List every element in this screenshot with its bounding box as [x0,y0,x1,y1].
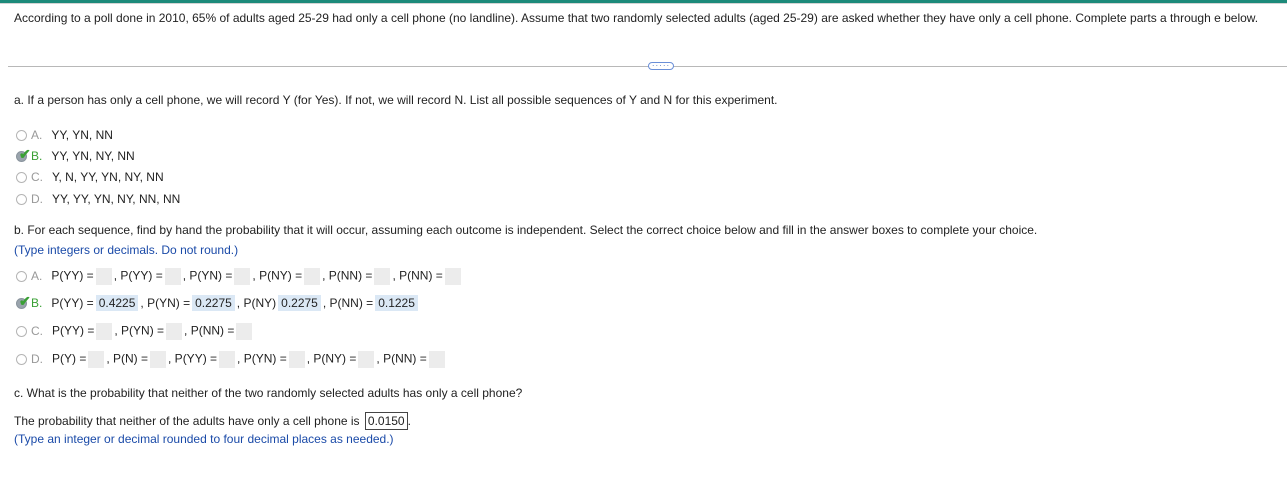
part-a-option-b[interactable]: ✔ B. YY, YN, NY, NN [16,147,135,163]
part-b-question: b. For each sequence, find by hand the p… [14,223,1038,237]
radio-button[interactable] [16,193,27,205]
option-letter: A. [31,269,43,283]
option-answer: P(YY) = , P(YY) = , P(YN) = , P(NY) = , P(NN… [51,267,462,285]
answer-label: P(YY) = [51,296,94,310]
part-b-hint: (Type integers or decimals. Do not round… [14,243,239,257]
answer-label: P(Y) = [52,351,87,366]
option-text: YY, YN, NY, NN [51,149,135,163]
part-a-option-c[interactable]: C. Y, N, YY, YN, NY, NN [16,170,164,184]
answer-input[interactable] [444,267,461,285]
answer-value[interactable]: 0.2275 [192,295,235,311]
answer-label: , P(NN) = [392,268,443,283]
answer-prefix: The probability that neither of the adul… [14,414,360,428]
answer-label: P(YY) = [52,323,95,338]
radio-button-selected[interactable]: ✔ [16,147,31,162]
answer-label: , P(YN) = [114,323,165,338]
radio-button[interactable] [16,270,27,282]
answer-input[interactable] [219,350,236,368]
answer-input[interactable] [150,350,167,368]
problem-intro: According to a poll done in 2010, 65% of… [14,11,1259,25]
part-a-option-d[interactable]: D. YY, YY, YN, NY, NN, NN [16,192,180,206]
answer-input[interactable] [358,350,375,368]
answer-input[interactable] [288,350,305,368]
answer-suffix: . [407,414,411,428]
answer-label: , P(YN) = [237,351,287,366]
checkmark-icon: ✔ [19,292,31,309]
answer-input[interactable] [166,322,183,340]
answer-input[interactable] [95,267,112,285]
answer-label: , P(YY) = [113,268,163,283]
answer-value[interactable]: 0.1225 [375,295,418,311]
answer-label: , P(NN) = [322,268,373,283]
checkmark-icon: ✔ [19,145,31,162]
answer-input[interactable]: 0.0150 [364,412,408,430]
answer-input[interactable] [164,267,181,285]
answer-label: , P(NN) = [376,351,427,366]
answer-input[interactable] [96,322,113,340]
answer-label: , P(N) = [106,351,149,366]
part-c-answer-line: The probability that neither of the adul… [14,412,411,430]
top-divider [0,3,1287,4]
option-letter: D. [31,352,43,366]
answer-input[interactable] [234,267,251,285]
option-letter: B. [31,296,43,310]
answer-input[interactable] [304,267,321,285]
part-a-option-a[interactable]: A. YY, YN, NN [16,128,113,142]
radio-button[interactable] [16,129,27,141]
option-text: YY, YY, YN, NY, NN, NN [52,192,181,206]
part-a-question: a. If a person has only a cell phone, we… [14,93,778,107]
part-b-option-b[interactable]: ✔ B. P(YY) = 0.4225, P(YN) = 0.2275, P(NY)… [16,294,420,311]
option-letter: A. [31,128,43,142]
answer-label: , P(YN) = [140,296,191,310]
option-letter: D. [31,192,43,206]
option-answer: P(YY) = 0.4225, P(YN) = 0.2275, P(NY) 0.227… [51,295,420,311]
option-text: Y, N, YY, YN, NY, NN [52,170,164,184]
answer-input[interactable] [374,267,391,285]
ellipsis-icon[interactable]: ····· [648,62,674,70]
answer-label: , P(NN) = [322,296,374,310]
answer-value[interactable]: 0.2275 [278,295,321,311]
answer-label: , P(NY) = [252,268,303,283]
option-answer: P(Y) = , P(N) = , P(YY) = , P(YN) = , P(NY) … [52,350,447,368]
answer-label: , P(YN) = [182,268,233,283]
option-letter: C. [31,324,43,338]
option-answer: P(YY) = , P(YN) = , P(NN) = [52,322,254,340]
part-b-option-a[interactable]: A. P(YY) = , P(YY) = , P(YN) = , P(NY) = , P… [16,267,463,285]
option-letter: C. [31,170,43,184]
answer-input[interactable] [428,350,445,368]
answer-value[interactable]: 0.4225 [95,295,139,311]
answer-label: , P(NY) = [306,351,357,366]
radio-button[interactable] [16,325,27,337]
part-b-option-c[interactable]: C. P(YY) = , P(YN) = , P(NN) = [16,322,254,340]
option-letter: B. [31,149,43,163]
part-c-hint: (Type an integer or decimal rounded to f… [14,432,394,446]
radio-button[interactable] [16,171,27,183]
answer-label: , P(NY) [236,296,277,310]
part-b-option-d[interactable]: D. P(Y) = , P(N) = , P(YY) = , P(YN) = , P(N… [16,350,447,368]
option-text: YY, YN, NN [51,128,113,142]
radio-button[interactable] [16,353,27,365]
answer-label: , P(YY) = [168,351,218,366]
answer-input[interactable] [236,322,253,340]
answer-label: P(YY) = [51,268,94,283]
answer-label: , P(NN) = [184,323,235,338]
answer-input[interactable] [88,350,105,368]
radio-button-selected[interactable]: ✔ [16,294,31,309]
part-c-question: c. What is the probability that neither … [14,386,523,400]
